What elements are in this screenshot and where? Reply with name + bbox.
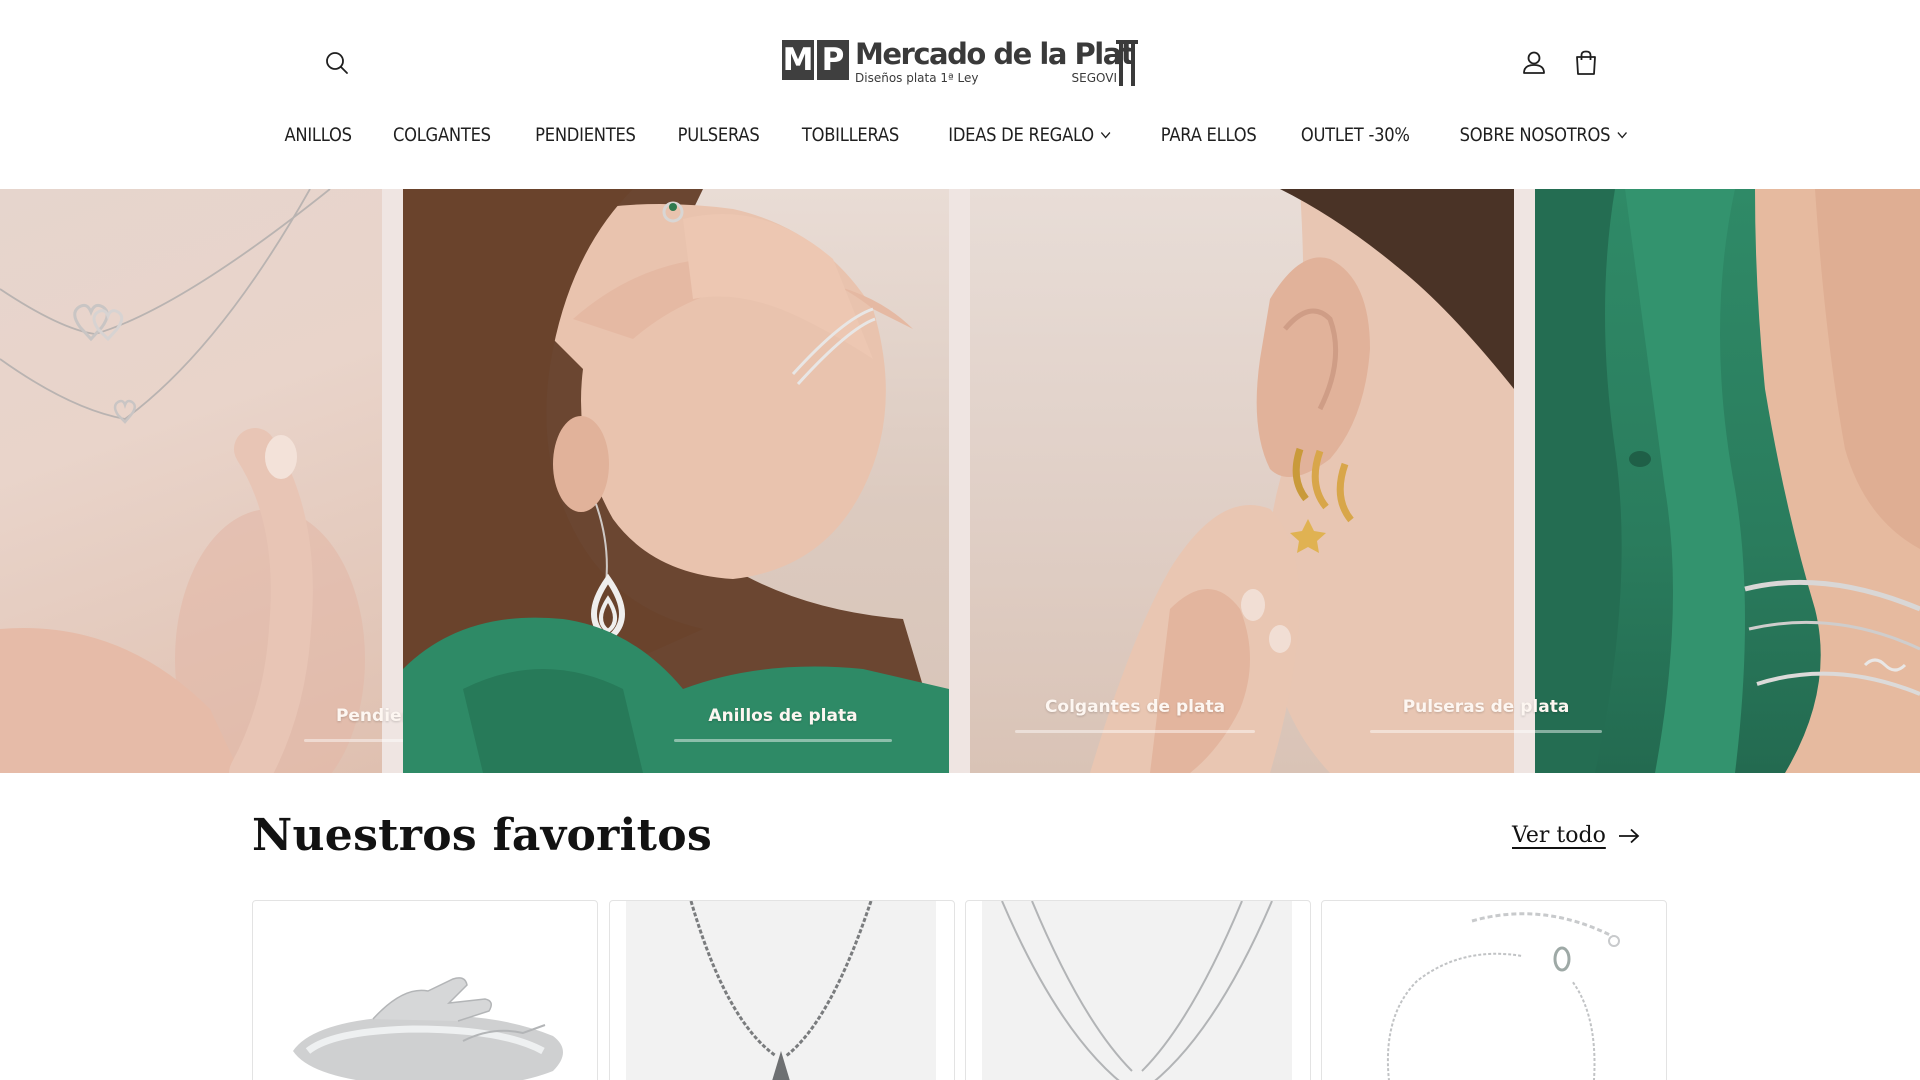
nav-item-label: SOBRE NOSOTROS xyxy=(1460,124,1611,146)
nav-item-label: ANILLOS xyxy=(284,124,352,146)
user-icon[interactable] xyxy=(1517,46,1551,80)
hero-collage: Pendientes de plata Anillos de plata xyxy=(0,189,1920,773)
nav-item-label: TOBILLERAS xyxy=(802,124,900,146)
hero-image-necklace xyxy=(0,189,382,773)
section-title: Nuestros favoritos xyxy=(252,810,713,861)
chevron-down-icon xyxy=(1617,131,1628,139)
aqueduct-pillar-icon xyxy=(1116,40,1138,86)
nav-item-tobilleras[interactable]: TOBILLERAS xyxy=(802,124,899,146)
hero-image-earrings xyxy=(403,189,949,773)
logo-mark-letter-m: M xyxy=(782,40,814,80)
logo-subline: Diseños plata 1ª Ley SEGOVI xyxy=(855,71,1117,85)
main-nav: ANILLOS COLGANTES PENDIENTES PULSERAS TO… xyxy=(0,124,1920,146)
logo-mark-letter-p: P xyxy=(817,40,849,80)
nav-item-colgantes[interactable]: COLGANTES xyxy=(393,124,491,146)
nav-item-label: PARA ELLOS xyxy=(1160,124,1257,146)
product-image-hug-ring xyxy=(293,977,563,1080)
hero-link-label: Colgantes de plata xyxy=(1044,697,1226,717)
nav-item-pulseras[interactable]: PULSERAS xyxy=(678,124,760,146)
nav-item-label: OUTLET -30% xyxy=(1300,124,1410,146)
product-card[interactable] xyxy=(609,900,955,1080)
hero-link-underline xyxy=(674,739,892,742)
nav-item-ideas-de-regalo[interactable]: IDEAS DE REGALO xyxy=(949,124,1112,146)
chevron-down-icon xyxy=(1101,131,1111,139)
nav-item-sobre-nosotros[interactable]: SOBRE NOSOTROS xyxy=(1460,124,1628,146)
arrow-right-icon xyxy=(1618,828,1640,843)
view-all-link[interactable]: Ver todo xyxy=(1512,823,1640,848)
hero-link-colgantes[interactable]: Colgantes de plata xyxy=(1015,697,1255,733)
product-image-initial-necklace xyxy=(626,901,936,1080)
hero-link-underline xyxy=(1015,730,1255,733)
site-header: M P Mercado de la Plat Diseños plata 1ª … xyxy=(0,0,1920,189)
hero-image-bracelets xyxy=(1535,189,1920,773)
hero-link-underline xyxy=(1370,730,1602,733)
nav-item-para-ellos[interactable]: PARA ELLOS xyxy=(1160,124,1256,146)
hero-link-label: Pulseras de plata xyxy=(1402,697,1570,717)
hero-image-gold-earrings xyxy=(970,189,1514,773)
site-logo[interactable]: M P Mercado de la Plat Diseños plata 1ª … xyxy=(782,38,1138,90)
shopping-bag-icon[interactable] xyxy=(1569,46,1603,80)
nav-item-pendientes[interactable]: PENDIENTES xyxy=(534,124,636,146)
nav-item-anillos[interactable]: ANILLOS xyxy=(284,124,352,146)
product-image-bracelet xyxy=(1386,912,1620,1080)
hero-link-label: Anillos de plata xyxy=(708,706,858,726)
hero-link-anillos[interactable]: Anillos de plata xyxy=(674,706,892,742)
nav-item-label: IDEAS DE REGALO xyxy=(948,124,1095,146)
product-card[interactable] xyxy=(965,900,1311,1080)
logo-location: SEGOVI xyxy=(1071,71,1117,85)
search-icon[interactable] xyxy=(320,46,354,80)
nav-item-label: PENDIENTES xyxy=(534,124,636,146)
product-card[interactable] xyxy=(252,900,598,1080)
product-card[interactable] xyxy=(1321,900,1667,1080)
nav-item-outlet[interactable]: OUTLET -30% xyxy=(1301,124,1410,146)
nav-item-label: PULSERAS xyxy=(677,124,760,146)
view-all-label: Ver todo xyxy=(1512,823,1606,848)
logo-tagline: Diseños plata 1ª Ley xyxy=(855,71,979,85)
logo-text: Mercado de la Plat Diseños plata 1ª Ley … xyxy=(855,37,1135,85)
logo-mark: M P xyxy=(782,40,849,80)
nav-item-label: COLGANTES xyxy=(392,124,491,146)
logo-name: Mercado de la Plat xyxy=(855,37,1135,71)
hero-link-pulseras[interactable]: Pulseras de plata xyxy=(1370,697,1602,733)
product-image-double-necklace xyxy=(982,901,1292,1080)
